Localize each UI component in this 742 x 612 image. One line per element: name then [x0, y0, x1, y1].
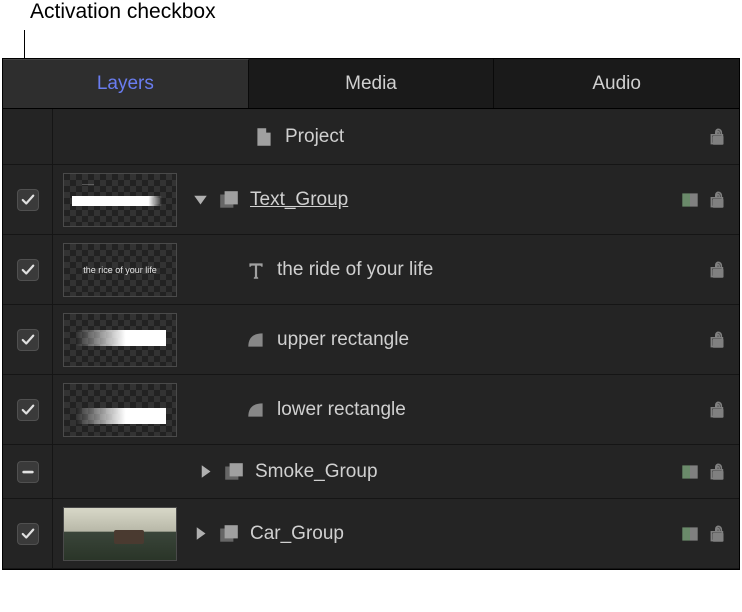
annotation-label: Activation checkbox	[30, 0, 216, 24]
shape-icon	[245, 329, 267, 351]
checkbox-cell	[3, 235, 53, 304]
document-icon	[253, 126, 275, 148]
thumb-cell	[53, 375, 193, 444]
layers-list: Project ------ Text_Groupthe rice of your …	[3, 109, 739, 569]
text-icon	[245, 259, 267, 281]
actions	[707, 126, 729, 148]
layer-content: Text_Group	[193, 189, 679, 211]
layer-content: lower rectangle	[193, 399, 707, 421]
layers-panel: LayersMediaAudio Project ------ Text_Group…	[2, 58, 740, 570]
lock-icon[interactable]	[707, 126, 729, 148]
lock-icon[interactable]	[707, 399, 729, 421]
activation-checkbox[interactable]	[17, 399, 39, 421]
tab-layers[interactable]: Layers	[3, 59, 249, 108]
activation-checkbox[interactable]	[17, 259, 39, 281]
layer-thumbnail[interactable]: the rice of your life	[63, 243, 177, 297]
layer-thumbnail[interactable]	[63, 313, 177, 367]
actions	[707, 399, 729, 421]
layer-content: the ride of your life	[193, 259, 707, 281]
layer-name[interactable]: upper rectangle	[277, 329, 409, 351]
disclosure-triangle-icon[interactable]	[193, 526, 208, 541]
layer-name[interactable]: Car_Group	[250, 523, 344, 545]
thumb-cell	[53, 109, 193, 164]
checkbox-cell	[3, 445, 53, 498]
actions	[679, 523, 729, 545]
layer-row-upper-rect[interactable]: upper rectangle	[3, 305, 739, 375]
actions	[707, 259, 729, 281]
layer-name[interactable]: Project	[285, 126, 344, 148]
layer-row-car-group[interactable]: Car_Group	[3, 499, 739, 569]
layer-name[interactable]: lower rectangle	[277, 399, 406, 421]
tabs: LayersMediaAudio	[3, 59, 739, 109]
thumb-cell: ------	[53, 165, 193, 234]
lock-icon[interactable]	[707, 189, 729, 211]
activation-checkbox[interactable]	[17, 523, 39, 545]
shape-icon	[245, 399, 267, 421]
layer-thumbnail[interactable]	[63, 383, 177, 437]
checkbox-cell	[3, 165, 53, 234]
checkbox-cell	[3, 305, 53, 374]
layer-row-project[interactable]: Project	[3, 109, 739, 165]
thumb-cell: the rice of your life	[53, 235, 193, 304]
tab-audio[interactable]: Audio	[494, 59, 739, 108]
flag-icon[interactable]	[679, 523, 701, 545]
layer-name[interactable]: Text_Group	[250, 189, 348, 211]
group-icon	[223, 461, 245, 483]
checkbox-cell	[3, 375, 53, 444]
layer-row-ride[interactable]: the rice of your life the ride of your li…	[3, 235, 739, 305]
actions	[679, 189, 729, 211]
layer-content: Smoke_Group	[193, 461, 679, 483]
actions	[679, 461, 729, 483]
checkbox-cell	[3, 499, 53, 568]
layer-name[interactable]: Smoke_Group	[255, 461, 378, 483]
layer-thumbnail[interactable]: ------	[63, 173, 177, 227]
thumb-cell	[53, 499, 193, 568]
layer-row-lower-rect[interactable]: lower rectangle	[3, 375, 739, 445]
layer-name[interactable]: the ride of your life	[277, 259, 433, 281]
checkbox-cell	[3, 109, 53, 164]
thumb-cell	[53, 305, 193, 374]
group-icon	[218, 189, 240, 211]
layer-row-smoke-group[interactable]: Smoke_Group	[3, 445, 739, 499]
layer-row-text-group[interactable]: ------ Text_Group	[3, 165, 739, 235]
lock-icon[interactable]	[707, 461, 729, 483]
flag-icon[interactable]	[679, 461, 701, 483]
disclosure-triangle-icon[interactable]	[193, 192, 208, 207]
layer-content: Project	[193, 126, 707, 148]
disclosure-triangle-icon[interactable]	[198, 464, 213, 479]
thumb-cell	[53, 445, 193, 498]
layer-thumbnail[interactable]	[63, 507, 177, 561]
tab-media[interactable]: Media	[249, 59, 495, 108]
actions	[707, 329, 729, 351]
lock-icon[interactable]	[707, 329, 729, 351]
activation-checkbox[interactable]	[17, 329, 39, 351]
activation-checkbox[interactable]	[17, 189, 39, 211]
flag-icon[interactable]	[679, 189, 701, 211]
lock-icon[interactable]	[707, 259, 729, 281]
lock-icon[interactable]	[707, 523, 729, 545]
layer-content: Car_Group	[193, 523, 679, 545]
group-icon	[218, 523, 240, 545]
layer-content: upper rectangle	[193, 329, 707, 351]
activation-checkbox[interactable]	[17, 461, 39, 483]
